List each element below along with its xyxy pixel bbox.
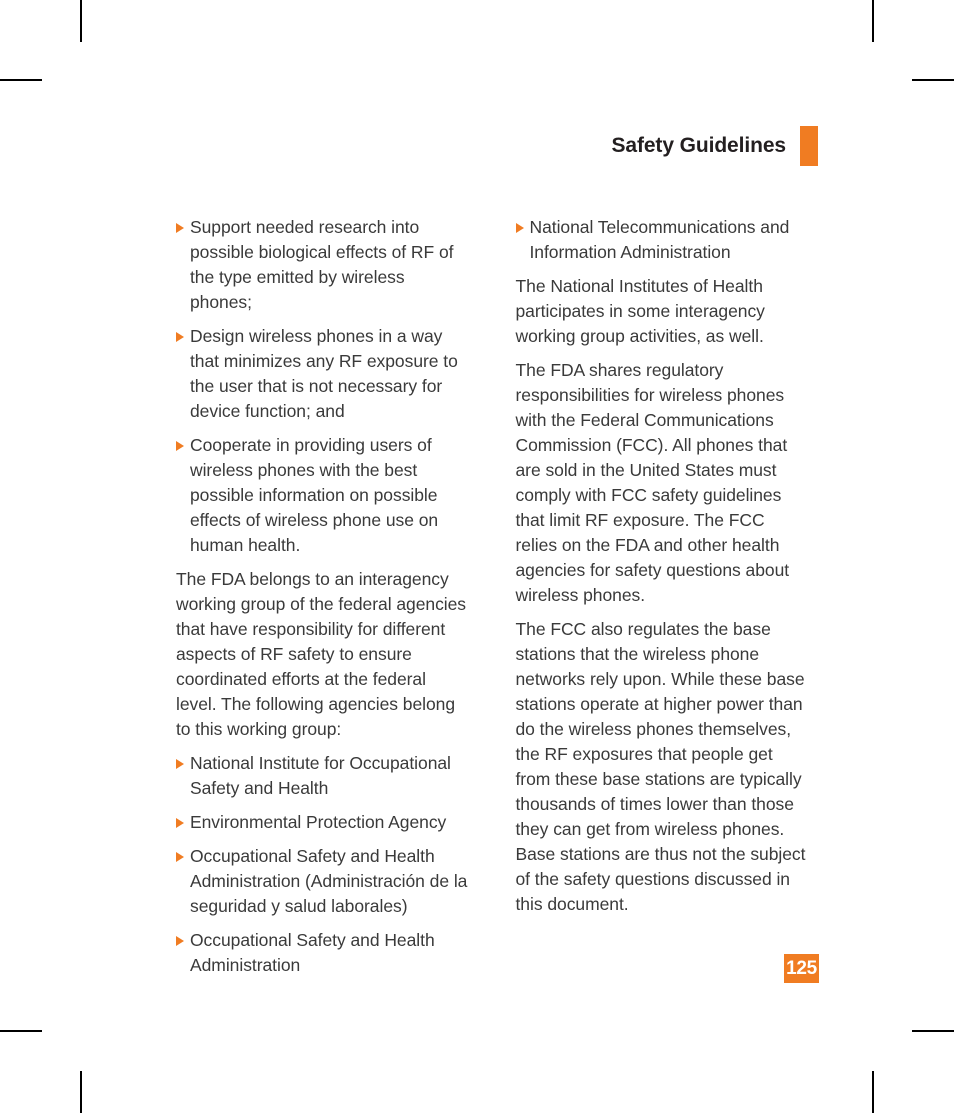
list-item: Cooperate in providing users of wireless… [176, 433, 469, 558]
list-item: Support needed research into possible bi… [176, 215, 469, 315]
list-item-text: Occupational Safety and Health Administr… [190, 930, 435, 975]
list-item: Environmental Protection Agency [176, 810, 469, 835]
crop-mark-bottom-left-horizontal [0, 1030, 42, 1032]
triangle-bullet-icon [176, 852, 184, 862]
paragraph: The National Institutes of Health partic… [515, 276, 765, 346]
triangle-bullet-icon [176, 441, 184, 451]
list-item-text: Environmental Protection Agency [190, 812, 447, 832]
triangle-bullet-icon [515, 223, 524, 233]
crop-mark-top-right-horizontal [912, 79, 954, 81]
crop-mark-bottom-left-vertical [80, 1071, 82, 1113]
triangle-bullet-icon [176, 936, 184, 946]
list-item-text: National Institute for Occupational Safe… [190, 753, 451, 798]
triangle-bullet-icon [176, 332, 184, 342]
page-title: Safety Guidelines [611, 133, 786, 157]
header-accent-bar [800, 126, 818, 166]
document-page: Safety Guidelines Support needed researc… [0, 0, 954, 1113]
list-item-text: Design wireless phones in a way that min… [190, 326, 458, 421]
running-header: Safety Guidelines [0, 125, 818, 167]
page-number-badge: 125 [784, 954, 819, 983]
paragraph: The FDA belongs to an interagency workin… [176, 569, 467, 739]
list-item-text: Support needed research into possible bi… [190, 217, 454, 312]
triangle-bullet-icon [176, 759, 184, 769]
crop-mark-top-left-horizontal [0, 79, 42, 81]
column-right: National Telecommunications and Informat… [515, 215, 809, 917]
list-item-text: National Telecommunications and Informat… [529, 217, 790, 262]
crop-mark-top-right-vertical [872, 0, 874, 42]
column-left: Support needed research into possible bi… [176, 215, 469, 978]
crop-mark-bottom-right-vertical [872, 1071, 874, 1113]
body-columns: Support needed research into possible bi… [176, 215, 808, 978]
paragraph: The FCC also regulates the base stations… [515, 619, 806, 914]
list-item: Occupational Safety and Health Administr… [176, 844, 469, 919]
triangle-bullet-icon [176, 818, 184, 828]
list-item: Occupational Safety and Health Administr… [176, 928, 469, 978]
triangle-bullet-icon [176, 223, 184, 233]
paragraph: The FDA shares regulatory responsibiliti… [515, 360, 790, 605]
list-item-text: Cooperate in providing users of wireless… [190, 435, 439, 555]
list-item: National Institute for Occupational Safe… [176, 751, 469, 801]
crop-mark-bottom-right-horizontal [912, 1030, 954, 1032]
list-item: Design wireless phones in a way that min… [176, 324, 469, 424]
list-item: National Telecommunications and Informat… [515, 215, 809, 265]
list-item-text: Occupational Safety and Health Administr… [190, 846, 468, 916]
crop-mark-top-left-vertical [80, 0, 82, 42]
